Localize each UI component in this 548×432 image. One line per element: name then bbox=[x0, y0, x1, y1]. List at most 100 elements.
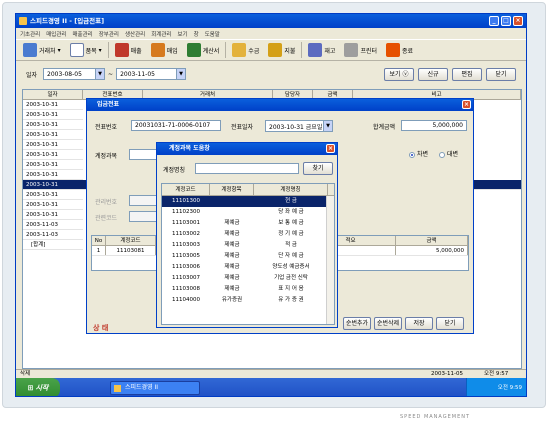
close-button[interactable]: × bbox=[513, 16, 523, 26]
col-account-code[interactable]: 계정코드 bbox=[162, 184, 210, 195]
col-date[interactable]: 일자 bbox=[23, 90, 83, 99]
table-row[interactable]: 2003-10-31 bbox=[23, 170, 83, 180]
table-row[interactable]: 2003-10-31 bbox=[23, 110, 83, 120]
menu-sales[interactable]: 매출관리 bbox=[73, 30, 93, 38]
toolbar-stock-button[interactable]: 재고 bbox=[305, 41, 338, 59]
radio-icon bbox=[409, 151, 415, 158]
date-range-separator: ~ bbox=[108, 70, 114, 78]
close-list-button[interactable]: 닫기 bbox=[486, 67, 516, 81]
radio-credit[interactable]: 대변 bbox=[439, 149, 458, 158]
minimize-button[interactable]: _ bbox=[489, 16, 499, 26]
system-tray-clock: 오전 9:59 bbox=[466, 378, 526, 396]
toolbar-separator bbox=[107, 42, 109, 58]
find-button[interactable]: 찾기 bbox=[303, 162, 333, 175]
add-row-button[interactable]: 순번추가 bbox=[343, 317, 371, 330]
list-item[interactable]: 11104000 유가증권 유 가 증 권 bbox=[162, 295, 334, 306]
status-label: 상 태 bbox=[93, 324, 109, 332]
list-item[interactable]: 11103007 제예금 기업 금전 신탁 bbox=[162, 273, 334, 284]
watermark-caption: SPEED MANAGEMENT bbox=[400, 414, 471, 420]
related-code-label: 관련코드 bbox=[95, 215, 118, 222]
manage-no-label: 관리번호 bbox=[95, 199, 118, 206]
table-row[interactable]: 2003-10-31 bbox=[23, 190, 83, 200]
people-icon bbox=[23, 43, 37, 57]
account-name-label: 계정명칭 bbox=[163, 167, 186, 174]
col-account-code: 계정코드 bbox=[106, 236, 156, 245]
toolbar-exit-button[interactable]: 종료 bbox=[383, 41, 416, 59]
table-row[interactable]: 2003-11-03 bbox=[23, 230, 83, 240]
col-amount: 금액 bbox=[396, 236, 468, 245]
list-item[interactable]: 11102300 당 좌 예 금 bbox=[162, 207, 334, 218]
list-item[interactable]: 11103001 제예금 보 통 예 금 bbox=[162, 218, 334, 229]
toolbar-separator bbox=[301, 42, 303, 58]
menu-basic[interactable]: 기초관리 bbox=[20, 30, 40, 38]
dialog-close-button[interactable]: 닫기 bbox=[436, 317, 464, 330]
toolbar-printer-button[interactable]: 프린터 bbox=[341, 41, 380, 59]
dialog-close-icon[interactable]: × bbox=[462, 100, 471, 109]
account-name-input[interactable] bbox=[195, 163, 299, 174]
account-help-popup: 계정과목 도움창 × 계정명칭 찾기 계정코드 계정항목 계정명칭 111013… bbox=[156, 142, 338, 328]
radio-debit[interactable]: 차변 bbox=[409, 149, 428, 158]
menu-window[interactable]: 창 bbox=[194, 30, 199, 38]
filter-bar: 일자 2003-08-05 ▼ ~ 2003-11-05 ▼ 보기 ⓥ 신규 편집 … bbox=[16, 62, 526, 86]
menu-view[interactable]: 보기 bbox=[178, 30, 188, 38]
account-label: 계정과목 bbox=[95, 153, 118, 160]
status-bar: 삭제 2003-11-05 오전 9:57 bbox=[16, 369, 526, 378]
list-item-selected[interactable]: 11101300 현 금 bbox=[162, 196, 334, 207]
list-item[interactable]: 11103006 제예금 양도성 예금증서 bbox=[162, 262, 334, 273]
toolbar-invoice-button[interactable]: 계산서 bbox=[184, 41, 223, 59]
delete-row-button[interactable]: 순번삭제 bbox=[374, 317, 402, 330]
invoice-icon bbox=[186, 43, 201, 57]
toolbar-purchase-button[interactable]: 매입 bbox=[148, 41, 181, 59]
slip-date-select[interactable]: 2003-10-31 금요일 ▼ bbox=[265, 120, 333, 132]
popup-close-icon[interactable]: × bbox=[326, 144, 335, 153]
toolbar-collect-button[interactable]: 수금 bbox=[229, 41, 262, 59]
list-item[interactable]: 11103003 제예금 적 금 bbox=[162, 240, 334, 251]
vertical-scrollbar[interactable] bbox=[326, 196, 334, 324]
col-account-name[interactable]: 계정명칭 bbox=[254, 184, 328, 195]
list-item[interactable]: 11103008 제예금 표 지 어 음 bbox=[162, 284, 334, 295]
toolbar-item-button[interactable]: 품목 ▾ bbox=[67, 41, 105, 59]
maximize-button[interactable]: □ bbox=[501, 16, 511, 26]
taskbar-app-button[interactable]: 스피드경영 II bbox=[110, 381, 200, 395]
table-row[interactable]: 2003-10-31 bbox=[23, 130, 83, 140]
toolbar-customer-button[interactable]: 거래처 ▾ bbox=[20, 41, 64, 59]
new-button[interactable]: 신규 bbox=[418, 67, 448, 81]
col-account-item[interactable]: 계정항목 bbox=[210, 184, 254, 195]
date-from-select[interactable]: 2003-08-05 ▼ bbox=[43, 68, 106, 80]
save-button[interactable]: 저장 bbox=[405, 317, 433, 330]
table-row[interactable]: 2003-10-31 bbox=[23, 160, 83, 170]
menu-production[interactable]: 생산관리 bbox=[125, 30, 145, 38]
edit-button[interactable]: 편집 bbox=[452, 67, 482, 81]
house-icon bbox=[114, 43, 129, 57]
popup-title: 계정과목 도움창 bbox=[169, 145, 210, 152]
table-row[interactable]: 2003-10-31 bbox=[23, 150, 83, 160]
table-row[interactable]: 2003-10-31 bbox=[23, 140, 83, 150]
table-row[interactable]: 2003-11-03 bbox=[23, 220, 83, 230]
toolbar-sales-button[interactable]: 매출 bbox=[112, 41, 145, 59]
table-row[interactable]: 2003-10-31 bbox=[23, 200, 83, 210]
menu-purchase[interactable]: 매입관리 bbox=[46, 30, 66, 38]
popup-title-bar: 계정과목 도움창 × bbox=[157, 143, 337, 155]
toolbar-pay-button[interactable]: 지불 bbox=[265, 41, 298, 59]
document-icon bbox=[69, 43, 84, 57]
table-row[interactable]: 2003-10-31 bbox=[23, 100, 83, 110]
date-to-select[interactable]: 2003-11-05 ▼ bbox=[116, 68, 187, 80]
total-amount-field: 5,000,000 bbox=[401, 120, 467, 131]
window-title: 스피드경영 II - [입금전표] bbox=[30, 17, 105, 25]
menu-help[interactable]: 도움말 bbox=[205, 30, 220, 38]
menu-accounting[interactable]: 회계관리 bbox=[151, 30, 171, 38]
table-row[interactable]: 2003-10-31 bbox=[23, 120, 83, 130]
view-button[interactable]: 보기 ⓥ bbox=[384, 67, 414, 81]
table-row[interactable]: 2003-10-31 bbox=[23, 210, 83, 220]
menu-ledger[interactable]: 장부관리 bbox=[99, 30, 119, 38]
account-list-header: 계정코드 계정항목 계정명칭 bbox=[162, 184, 334, 196]
chevron-down-icon: ▼ bbox=[323, 121, 332, 131]
list-item[interactable]: 11103005 제예금 단 자 예 금 bbox=[162, 251, 334, 262]
slip-no-field[interactable]: 20031031-71-0006-0107 bbox=[131, 120, 221, 131]
col-no: No bbox=[92, 236, 106, 245]
slip-date-label: 전표일자 bbox=[231, 124, 254, 131]
list-item[interactable]: 11103002 제예금 정 기 예 금 bbox=[162, 229, 334, 240]
total-row: [합계] bbox=[23, 240, 83, 250]
account-list[interactable]: 계정코드 계정항목 계정명칭 11101300 현 금 11102300 당 좌 예… bbox=[161, 183, 335, 325]
start-button[interactable]: ⊞ 시작 bbox=[16, 378, 60, 396]
